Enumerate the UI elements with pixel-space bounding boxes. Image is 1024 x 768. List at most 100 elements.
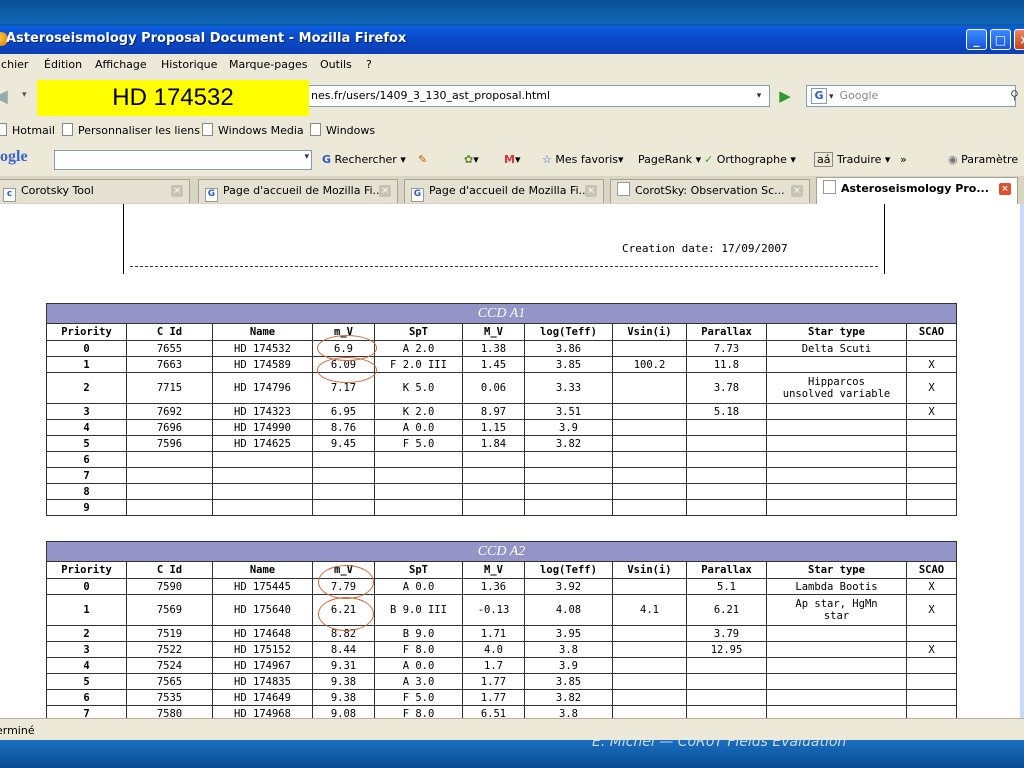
close-tab-icon[interactable]: × <box>379 185 391 197</box>
table-cell <box>906 340 957 357</box>
bookmark-hotmail[interactable]: Hotmail <box>0 123 55 137</box>
tab-corotsky-tool[interactable]: c Corotsky Tool × <box>0 179 190 203</box>
column-header: Vsin(i) <box>612 561 687 579</box>
menu-edition[interactable]: Édition <box>44 58 82 71</box>
google-logo[interactable]: oogle <box>0 148 28 166</box>
tab-corotsky-observation[interactable]: CorotSky: Observation Sc... × <box>610 179 810 203</box>
column-header: M_V <box>462 323 525 341</box>
table-row: 3 7692 HD 174323 6.95 K 2.0 8.97 3.51 5.18 X <box>46 403 957 420</box>
table-cell: HD 174990 <box>212 419 313 436</box>
highlight-circle <box>318 597 374 631</box>
close-tab-icon[interactable]: × <box>585 185 597 197</box>
table-cell <box>906 499 957 516</box>
back-arrow-icon[interactable]: ◀ <box>0 86 16 107</box>
bookmark-windows[interactable]: Windows <box>310 123 375 137</box>
table-row: 2 7519 HD 174648 8.82 B 9.0 1.71 3.95 3.79 <box>46 625 957 642</box>
toolbar-extension-button[interactable]: ✿▾ <box>464 153 479 166</box>
google-g-icon: G <box>322 153 332 166</box>
table-cell <box>374 467 463 484</box>
window-title: Asteroseismology Proposal Document - Moz… <box>6 31 407 46</box>
star-name-highlight: HD 174532 <box>37 80 309 116</box>
table-cell <box>612 499 687 516</box>
table-cell: HD 174967 <box>212 657 313 674</box>
column-header: C Id <box>126 561 213 579</box>
settings-button[interactable]: ◉ Paramètre <box>948 153 1018 166</box>
tab-asteroseismology[interactable]: Asteroseismology Pro... × <box>816 177 1018 204</box>
table-cell <box>612 419 687 436</box>
url-input[interactable]: nes.fr/users/1409_3_130_ast_proposal.htm… <box>300 85 770 107</box>
go-arrow-icon[interactable]: ▶ <box>774 86 796 106</box>
highlighter-icon[interactable]: ✎ <box>418 153 427 166</box>
pagerank-indicator[interactable]: PageRank ▾ <box>638 153 701 166</box>
menu-fichier[interactable]: ichier <box>0 58 28 71</box>
search-engine-icon[interactable]: G <box>811 88 827 104</box>
table-cell: 6.21 <box>686 594 767 626</box>
table-cell: 0.06 <box>462 372 525 404</box>
favorites-button[interactable]: ☆ Mes favoris▾ <box>542 153 624 166</box>
table-cell: 1 <box>46 356 127 373</box>
menu-affichage[interactable]: Affichage <box>95 58 147 71</box>
table-cell: 3.8 <box>524 641 613 658</box>
toolbar-overflow-chevron[interactable]: » <box>900 153 907 166</box>
url-dropdown-icon[interactable]: ▾ <box>750 86 768 106</box>
table-row: 0 7655 HD 174532 6.9 A 2.0 1.38 3.86 7.73 Delta … <box>46 340 957 357</box>
table-row: 3 7522 HD 175152 8.44 F 8.0 4.0 3.8 12.95 X <box>46 641 957 658</box>
table-cell: 7663 <box>126 356 213 373</box>
slide-footer: E. Michel — CoRoT Fields Evaluation <box>592 740 847 750</box>
table-cell: 6.51 <box>462 705 525 718</box>
table-cell: 3 <box>46 641 127 658</box>
maximize-button[interactable]: □ <box>990 29 1011 50</box>
tab-mozilla-home-2[interactable]: G Page d'accueil de Mozilla Fi... × <box>404 179 604 203</box>
table-cell <box>612 657 687 674</box>
table-cell: A 0.0 <box>374 657 463 674</box>
spellcheck-button[interactable]: ✓ Orthographe ▾ <box>704 153 796 166</box>
search-engine-dropdown-icon[interactable]: ▾ <box>829 92 834 102</box>
bookmark-windows-media[interactable]: Windows Media <box>202 123 304 137</box>
table-cell: 7696 <box>126 419 213 436</box>
menu-marque-pages[interactable]: Marque-pages <box>229 58 307 71</box>
table-cell <box>686 451 767 468</box>
table-cell: 8.76 <box>312 419 375 436</box>
table-cell: 1.15 <box>462 419 525 436</box>
table-cell <box>766 435 907 452</box>
translate-button[interactable]: aá Traduire ▾ <box>814 152 890 167</box>
table-row: 9 <box>46 499 957 516</box>
search-input[interactable]: G ▾ Google <box>806 85 1016 107</box>
table-cell: 0 <box>46 578 127 595</box>
bookmark-personnaliser[interactable]: Personnaliser les liens <box>62 123 200 137</box>
table-cell <box>766 467 907 484</box>
table-row: 4 7524 HD 174967 9.31 A 0.0 1.7 3.9 <box>46 657 957 674</box>
table-cell <box>612 451 687 468</box>
menu-outils[interactable]: Outils <box>320 58 352 71</box>
table-cell <box>906 451 957 468</box>
table-cell: 1.77 <box>462 673 525 690</box>
table-cell <box>766 657 907 674</box>
close-tab-icon[interactable]: × <box>171 185 183 197</box>
close-button[interactable]: × <box>1014 29 1024 50</box>
search-icon[interactable]: ⚲ <box>1010 88 1019 102</box>
table-cell: 7 <box>46 467 127 484</box>
table-cell <box>766 641 907 658</box>
table-cell <box>766 483 907 500</box>
vertical-scrollbar[interactable] <box>1020 204 1024 718</box>
gmail-button[interactable]: M▾ <box>504 153 520 166</box>
table-cell <box>612 403 687 420</box>
google-g-icon: G <box>411 188 424 202</box>
google-search-button[interactable]: G Rechercher ▾ <box>322 153 406 166</box>
table-cell: HD 174323 <box>212 403 313 420</box>
table-cell: HD 174796 <box>212 372 313 404</box>
tab-mozilla-home-1[interactable]: G Page d'accueil de Mozilla Fi... × <box>198 179 398 203</box>
table-row: 1 7569 HD 175640 6.21 B 9.0 III -0.13 4.08 4.1 6… <box>46 594 957 626</box>
table-cell <box>686 657 767 674</box>
chevron-down-icon[interactable]: ▾ <box>304 152 309 162</box>
table-cell: 3.82 <box>524 435 613 452</box>
close-tab-icon[interactable]: × <box>999 183 1011 195</box>
minimize-button[interactable]: _ <box>966 29 987 50</box>
menu-bar: ichier Édition Affichage Historique Marq… <box>0 54 1024 76</box>
menu-historique[interactable]: Historique <box>161 58 217 71</box>
google-search-input[interactable]: ▾ <box>54 150 312 170</box>
table-cell <box>126 499 213 516</box>
back-dropdown-icon[interactable]: ▾ <box>22 90 27 100</box>
close-tab-icon[interactable]: × <box>791 185 803 197</box>
menu-help[interactable]: ? <box>366 58 372 71</box>
